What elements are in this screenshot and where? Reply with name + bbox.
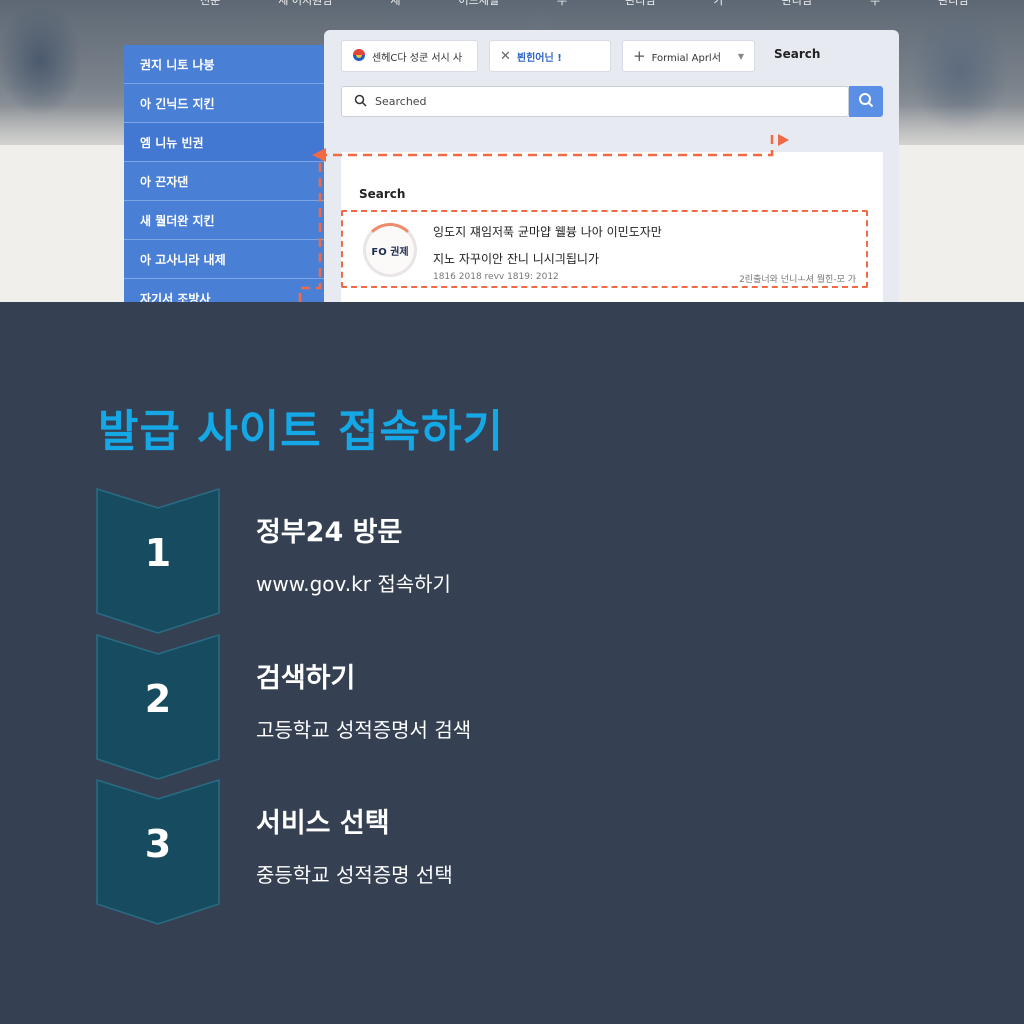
topnav-item[interactable]: 세 [390, 0, 400, 8]
sidebar-item[interactable]: 아 고사니라 내제 [124, 240, 324, 279]
topnav-item[interactable]: 관리님 [938, 0, 968, 8]
highlighted-result[interactable]: FO 권제 잉도지 쟤임저푹 균마얍 웰븅 나아 이민도자만 지노 자꾸이안 잔… [341, 210, 868, 288]
result-description: 지노 자꾸이안 잔니 니시긔됩니가 [433, 252, 600, 266]
step-description: 고등학교 성적증명서 검색 [256, 718, 472, 742]
tab-search-label[interactable]: Search [774, 47, 820, 61]
search-results-area: Search FO 권제 잉도지 쟤임저푹 균마얍 웰븅 나아 이민도자만 지노… [341, 152, 883, 302]
search-input-value: Searched [375, 95, 427, 108]
guide-title: 발급 사이트 접속하기 [98, 406, 504, 457]
step-description: www.gov.kr 접속하기 [256, 572, 451, 596]
search-icon [354, 94, 367, 110]
chevron-down-icon[interactable]: ▼ [738, 52, 744, 61]
step-description: 중등학교 성적증명 선택 [256, 863, 453, 887]
browser-tab-label: Formial Aprl서 [651, 52, 721, 64]
topnav-item[interactable]: 관리님 [625, 0, 655, 8]
result-title[interactable]: 잉도지 쟤임저푹 균마얍 웰븅 나아 이민도자만 [433, 223, 662, 240]
step-1: 1 정부24 방문 www.gov.kr 접속하기 [96, 488, 916, 634]
step-number: 3 [144, 822, 172, 866]
sidebar-menu: 권지 니토 나붕 아 긴닉드 지킨 엠 니뉴 빈권 아 끈자댄 새 뭘더완 지킨… [124, 45, 324, 302]
service-badge: FO 권제 [363, 223, 417, 277]
sidebar-item[interactable]: 권지 니토 나붕 [124, 45, 324, 84]
gov-logo-icon [352, 48, 366, 65]
browser-tab[interactable]: + Formial Aprl서 ▼ [622, 40, 755, 72]
step-number: 1 [144, 531, 172, 575]
search-button[interactable] [849, 86, 883, 117]
step-heading: 서비스 선택 [256, 808, 390, 839]
step-3: 3 서비스 선택 중등학교 성적증명 선택 [96, 779, 916, 925]
search-input[interactable]: Searched [341, 86, 849, 117]
close-icon[interactable]: ✕ [500, 49, 511, 64]
topnav-item[interactable]: 관리님 [782, 0, 812, 8]
result-meta-right: 2린출너와 넌니ㅗ셔 뭘힌-모 가 [739, 275, 856, 285]
sidebar-item[interactable]: 자기서 조방사 [124, 279, 324, 303]
sidebar-item[interactable]: 아 긴닉드 지킨 [124, 84, 324, 123]
top-navigation: 전문 세 어지원님 세 어드세일 수 관리님 가 관리님 수 관리님 [200, 0, 968, 8]
website-screenshot: 전문 세 어지원님 세 어드세일 수 관리님 가 관리님 수 관리님 권지 니토… [0, 0, 1024, 302]
browser-tab-label: 센헤C다 성쿤 서시 사 [372, 52, 463, 64]
topnav-item[interactable]: 수 [557, 0, 567, 8]
sidebar-item[interactable]: 새 뭘더완 지킨 [124, 201, 324, 240]
step-2: 2 검색하기 고등학교 성적증명서 검색 [96, 634, 916, 780]
browser-panel: 센헤C다 성쿤 서시 사 ✕ 뵌힌어닌 ! + Formial Aprl서 ▼ … [324, 30, 899, 302]
topnav-item[interactable]: 수 [870, 0, 880, 8]
step-heading: 정부24 방문 [256, 517, 403, 548]
topnav-item[interactable]: 전문 [200, 0, 220, 8]
plus-icon[interactable]: + [633, 47, 646, 65]
step-number: 2 [144, 677, 172, 721]
browser-tab[interactable]: 센헤C다 성쿤 서시 사 [341, 40, 478, 72]
topnav-item[interactable]: 세 어지원님 [278, 0, 332, 8]
result-meta: 1816 2018 revv 1819: 2012 [433, 272, 559, 282]
browser-tab[interactable]: ✕ 뵌힌어닌 ! [489, 40, 611, 72]
sidebar-item-active[interactable]: 엠 니뉴 빈권 [124, 123, 324, 162]
search-icon [858, 92, 874, 112]
topnav-item[interactable]: 어드세일 [458, 0, 498, 8]
browser-tab-label: 뵌힌어닌 ! [516, 52, 562, 64]
results-heading: Search [359, 187, 406, 201]
sidebar-item[interactable]: 아 끈자댄 [124, 162, 324, 201]
step-heading: 검색하기 [256, 663, 356, 694]
topnav-item[interactable]: 가 [713, 0, 723, 8]
